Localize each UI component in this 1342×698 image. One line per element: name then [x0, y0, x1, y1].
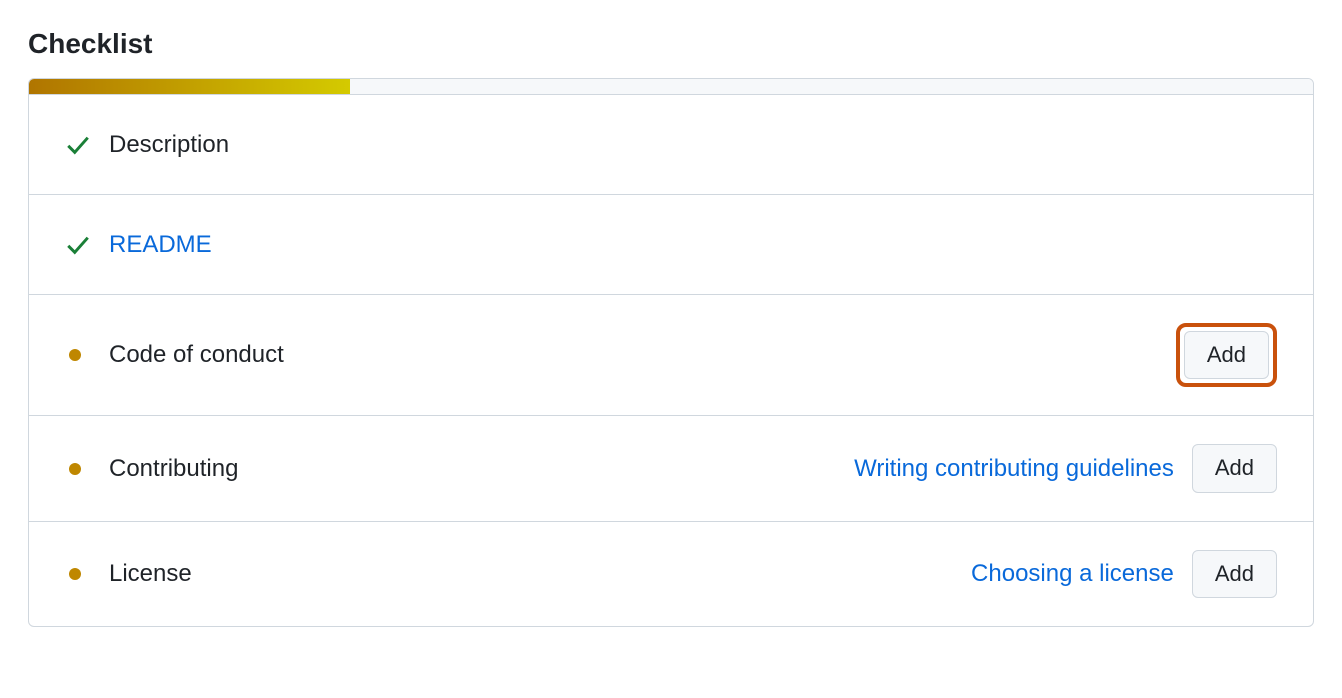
item-label: Code of conduct — [109, 341, 284, 369]
pending-dot-icon — [69, 463, 81, 475]
status-cell — [65, 463, 109, 475]
pending-dot-icon — [69, 349, 81, 361]
check-icon — [65, 132, 91, 158]
checklist-panel: Description README Code of conduct Add C… — [28, 78, 1314, 627]
checklist-row-license: License Choosing a license Add — [29, 521, 1313, 626]
status-cell — [65, 132, 109, 158]
checklist-row-code-of-conduct: Code of conduct Add — [29, 294, 1313, 415]
item-label: License — [109, 560, 192, 588]
item-label: Contributing — [109, 455, 238, 483]
status-cell — [65, 232, 109, 258]
checklist-row-contributing: Contributing Writing contributing guidel… — [29, 415, 1313, 520]
item-label: Description — [109, 131, 229, 159]
checklist-row-readme: README — [29, 194, 1313, 294]
highlight-outline: Add — [1176, 323, 1277, 387]
progress-bar — [29, 79, 1313, 94]
add-contributing-button[interactable]: Add — [1192, 444, 1277, 492]
status-cell — [65, 349, 109, 361]
checklist-heading: Checklist — [28, 28, 1314, 60]
pending-dot-icon — [69, 568, 81, 580]
checklist-row-description: Description — [29, 94, 1313, 194]
contributing-guidelines-link[interactable]: Writing contributing guidelines — [854, 455, 1174, 483]
check-icon — [65, 232, 91, 258]
readme-link[interactable]: README — [109, 231, 212, 259]
choosing-license-link[interactable]: Choosing a license — [971, 560, 1174, 588]
add-license-button[interactable]: Add — [1192, 550, 1277, 598]
add-code-of-conduct-button[interactable]: Add — [1184, 331, 1269, 379]
status-cell — [65, 568, 109, 580]
progress-fill — [29, 79, 350, 94]
